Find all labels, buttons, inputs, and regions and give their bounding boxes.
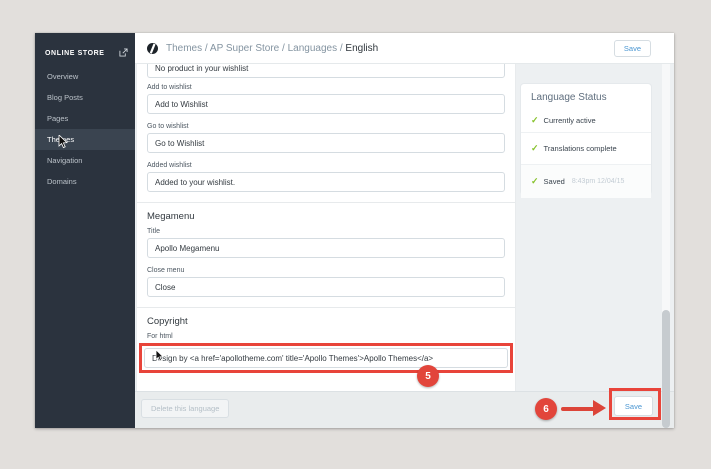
field-label: Close menu [147,267,185,274]
annotation-arrow [561,407,595,411]
admin-window: ONLINE STORE Overview Blog Posts Pages T… [35,33,674,428]
sidebar-title: ONLINE STORE [45,49,105,57]
status-row-translations-complete: ✓ Translations complete [521,132,651,164]
field-label: For html [147,333,173,340]
megamenu-section-heading: Megamenu [147,211,195,222]
breadcrumb: Themes / AP Super Store / Languages / En… [166,43,378,54]
sidebar-item-navigation[interactable]: Navigation [35,150,135,171]
sidebar-item-pages[interactable]: Pages [35,108,135,129]
sidebar-header: ONLINE STORE [45,44,128,62]
sidebar-menu: Overview Blog Posts Pages Themes Navigat… [35,66,135,192]
sidebar-item-overview[interactable]: Overview [35,66,135,87]
field-label: Added wishlist [147,162,192,169]
saved-timestamp: 8:43pm 12/04/15 [571,178,625,185]
mouse-cursor-icon [58,135,68,149]
megamenu-title-field[interactable] [147,238,505,258]
close-menu-field[interactable] [147,277,505,297]
status-text: Currently active [543,115,596,125]
annotation-arrow-head [593,400,606,416]
annotation-step-5-badge: 5 [417,365,439,387]
breadcrumb-separator: / [202,42,210,54]
breadcrumb-themes[interactable]: Themes [166,43,202,54]
annotation-highlight-rect-input [139,343,513,373]
annotation-highlight-rect-save [609,388,661,420]
status-row-saved: ✓ Saved 8:43pm 12/04/15 [521,164,651,198]
status-text: Translations complete [543,144,617,153]
saved-label: Saved [543,177,565,186]
check-icon: ✓ [531,114,539,125]
page-background: ONLINE STORE Overview Blog Posts Pages T… [0,0,711,469]
no-product-wishlist-field[interactable] [147,63,505,78]
field-label: Go to wishlist [147,123,189,130]
sidebar-item-domains[interactable]: Domains [35,171,135,192]
topbar: Themes / AP Super Store / Languages / En… [135,33,674,64]
breadcrumb-languages[interactable]: Languages [288,43,338,54]
delete-language-button[interactable]: Delete this language [141,399,230,418]
breadcrumb-current: English [345,42,379,54]
copyright-html-field[interactable] [144,348,508,368]
translations-form-panel: Add to wishlist Go to wishlist Added wis… [137,63,515,392]
field-label: Add to wishlist [147,84,192,91]
breadcrumb-store[interactable]: AP Super Store [210,43,279,54]
section-divider [137,307,515,308]
mouse-cursor-icon [155,350,164,362]
external-link-icon[interactable] [119,44,128,62]
sidebar-item-themes[interactable]: Themes [35,129,135,150]
scrollbar-thumb[interactable] [662,310,670,428]
breadcrumb-separator: / [279,42,288,54]
go-to-wishlist-field[interactable] [147,133,505,153]
apollo-logo-icon [147,42,158,54]
save-button-top[interactable]: Save [613,40,651,57]
sidebar-item-blog-posts[interactable]: Blog Posts [35,87,135,108]
annotation-step-6-badge: 6 [535,398,557,420]
add-to-wishlist-field[interactable] [147,94,505,114]
status-row-currently-active: ✓ Currently active [521,108,651,132]
field-label: Title [147,228,160,235]
language-status-card: Language Status ✓ Currently active ✓ Tra… [521,84,651,198]
section-divider [137,202,515,203]
check-icon: ✓ [531,143,539,153]
copyright-section-heading: Copyright [147,316,188,327]
sidebar: ONLINE STORE Overview Blog Posts Pages T… [35,33,135,428]
check-icon: ✓ [531,176,539,186]
added-wishlist-field[interactable] [147,172,505,192]
